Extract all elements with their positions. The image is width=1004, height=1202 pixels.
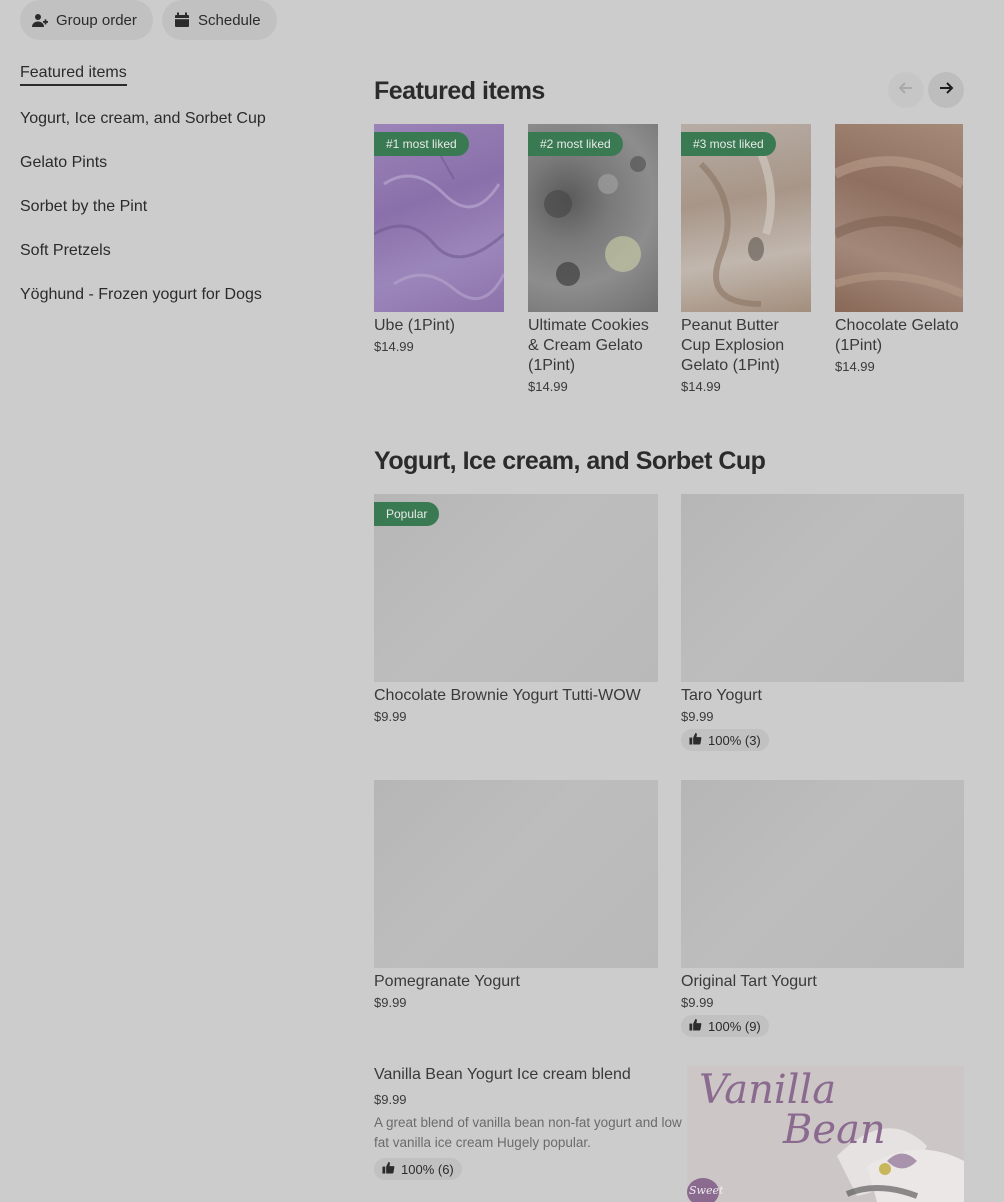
sidebar-item-soft-pretzels[interactable]: Soft Pretzels	[20, 242, 111, 260]
menu-item-taro-yogurt[interactable]: Taro Yogurt $9.99 100% (3)	[681, 494, 964, 751]
most-liked-badge: #2 most liked	[528, 132, 623, 156]
sidebar-item-featured[interactable]: Featured items	[20, 64, 127, 86]
item-image-placeholder	[681, 780, 964, 968]
item-price: $14.99	[835, 359, 875, 374]
item-name: Chocolate Gelato (1Pint)	[835, 317, 959, 354]
item-price: $9.99	[681, 709, 714, 724]
group-order-button[interactable]: Group order	[20, 0, 153, 40]
most-liked-badge: #3 most liked	[681, 132, 776, 156]
item-name: Chocolate Brownie Yogurt Tutti-WOW	[374, 687, 641, 704]
item-image-placeholder	[374, 780, 658, 968]
thumbs-up-icon	[382, 1161, 395, 1177]
item-price: $14.99	[374, 339, 414, 354]
cookies-cream-image: #2 most liked	[528, 124, 658, 312]
most-liked-badge: #1 most liked	[374, 132, 469, 156]
menu-item-chocolate-brownie[interactable]: Popular Chocolate Brownie Yogurt Tutti-W…	[374, 494, 658, 724]
sidebar-item-yoghund[interactable]: Yöghund - Frozen yogurt for Dogs	[20, 286, 262, 304]
featured-item-chocolate[interactable]: Chocolate Gelato (1Pint) $14.99	[835, 124, 963, 374]
sidebar-item-gelato-pints[interactable]: Gelato Pints	[20, 154, 107, 172]
featured-item-cookies-cream[interactable]: #2 most liked Ultimate Cookies & Cream G…	[528, 124, 658, 394]
popular-badge: Popular	[374, 502, 440, 526]
person-add-icon	[32, 12, 48, 28]
carousel-prev-button[interactable]	[888, 72, 924, 108]
featured-title: Featured items	[374, 77, 545, 105]
item-price: $14.99	[528, 379, 568, 394]
item-name: Taro Yogurt	[681, 687, 762, 704]
sweet-sticker-text: Sweet	[689, 1184, 724, 1197]
schedule-button[interactable]: Schedule	[162, 0, 277, 40]
rating-text: 100% (6)	[401, 1161, 454, 1177]
menu-item-vanilla-bean[interactable]: Vanilla Bean Yogurt Ice cream blend $9.9…	[374, 1066, 684, 1180]
group-order-label: Group order	[56, 11, 137, 29]
arrow-left-icon	[897, 79, 915, 102]
menu-item-original-tart-yogurt[interactable]: Original Tart Yogurt $9.99 100% (9)	[681, 780, 964, 1037]
item-image-placeholder	[681, 494, 964, 682]
featured-item-peanut-butter[interactable]: #3 most liked Peanut Butter Cup Explosio…	[681, 124, 811, 394]
item-name: Peanut Butter Cup Explosion Gelato (1Pin…	[681, 317, 785, 374]
item-price: $9.99	[374, 709, 407, 724]
item-name: Ultimate Cookies & Cream Gelato (1Pint)	[528, 317, 649, 374]
calendar-icon	[174, 12, 190, 28]
vanilla-script-text: Vanilla Bean	[699, 1067, 886, 1153]
arrow-right-icon	[937, 79, 955, 102]
yogurt-section-title: Yogurt, Ice cream, and Sorbet Cup	[374, 447, 766, 475]
chocolate-image	[835, 124, 963, 312]
rating-text: 100% (9)	[708, 1018, 761, 1034]
item-price: $9.99	[374, 1092, 407, 1107]
rating-badge: 100% (6)	[374, 1158, 462, 1180]
item-name: Vanilla Bean Yogurt Ice cream blend	[374, 1066, 631, 1083]
rating-text: 100% (3)	[708, 732, 761, 748]
item-price: $9.99	[374, 995, 407, 1010]
vanilla-bean-image: Vanilla Bean Sweet	[687, 1066, 964, 1202]
item-image-placeholder: Popular	[374, 494, 658, 682]
thumbs-up-icon	[689, 732, 702, 748]
rating-badge: 100% (9)	[681, 1015, 769, 1037]
thumbs-up-icon	[689, 1018, 702, 1034]
peanut-butter-image: #3 most liked	[681, 124, 811, 312]
menu-item-pomegranate-yogurt[interactable]: Pomegranate Yogurt $9.99	[374, 780, 658, 1010]
ube-image: #1 most liked	[374, 124, 504, 312]
schedule-label: Schedule	[198, 11, 261, 29]
sidebar-item-yogurt-cup[interactable]: Yogurt, Ice cream, and Sorbet Cup	[20, 110, 266, 128]
rating-badge: 100% (3)	[681, 729, 769, 751]
item-name: Pomegranate Yogurt	[374, 973, 520, 990]
item-name: Original Tart Yogurt	[681, 973, 817, 990]
carousel-next-button[interactable]	[928, 72, 964, 108]
sidebar-item-sorbet-pint[interactable]: Sorbet by the Pint	[20, 198, 147, 216]
item-name: Ube (1Pint)	[374, 317, 455, 334]
featured-item-ube[interactable]: #1 most liked Ube (1Pint) $14.99	[374, 124, 504, 354]
item-description: A great blend of vanilla bean non-fat yo…	[374, 1115, 682, 1150]
item-price: $9.99	[681, 995, 714, 1010]
item-price: $14.99	[681, 379, 721, 394]
